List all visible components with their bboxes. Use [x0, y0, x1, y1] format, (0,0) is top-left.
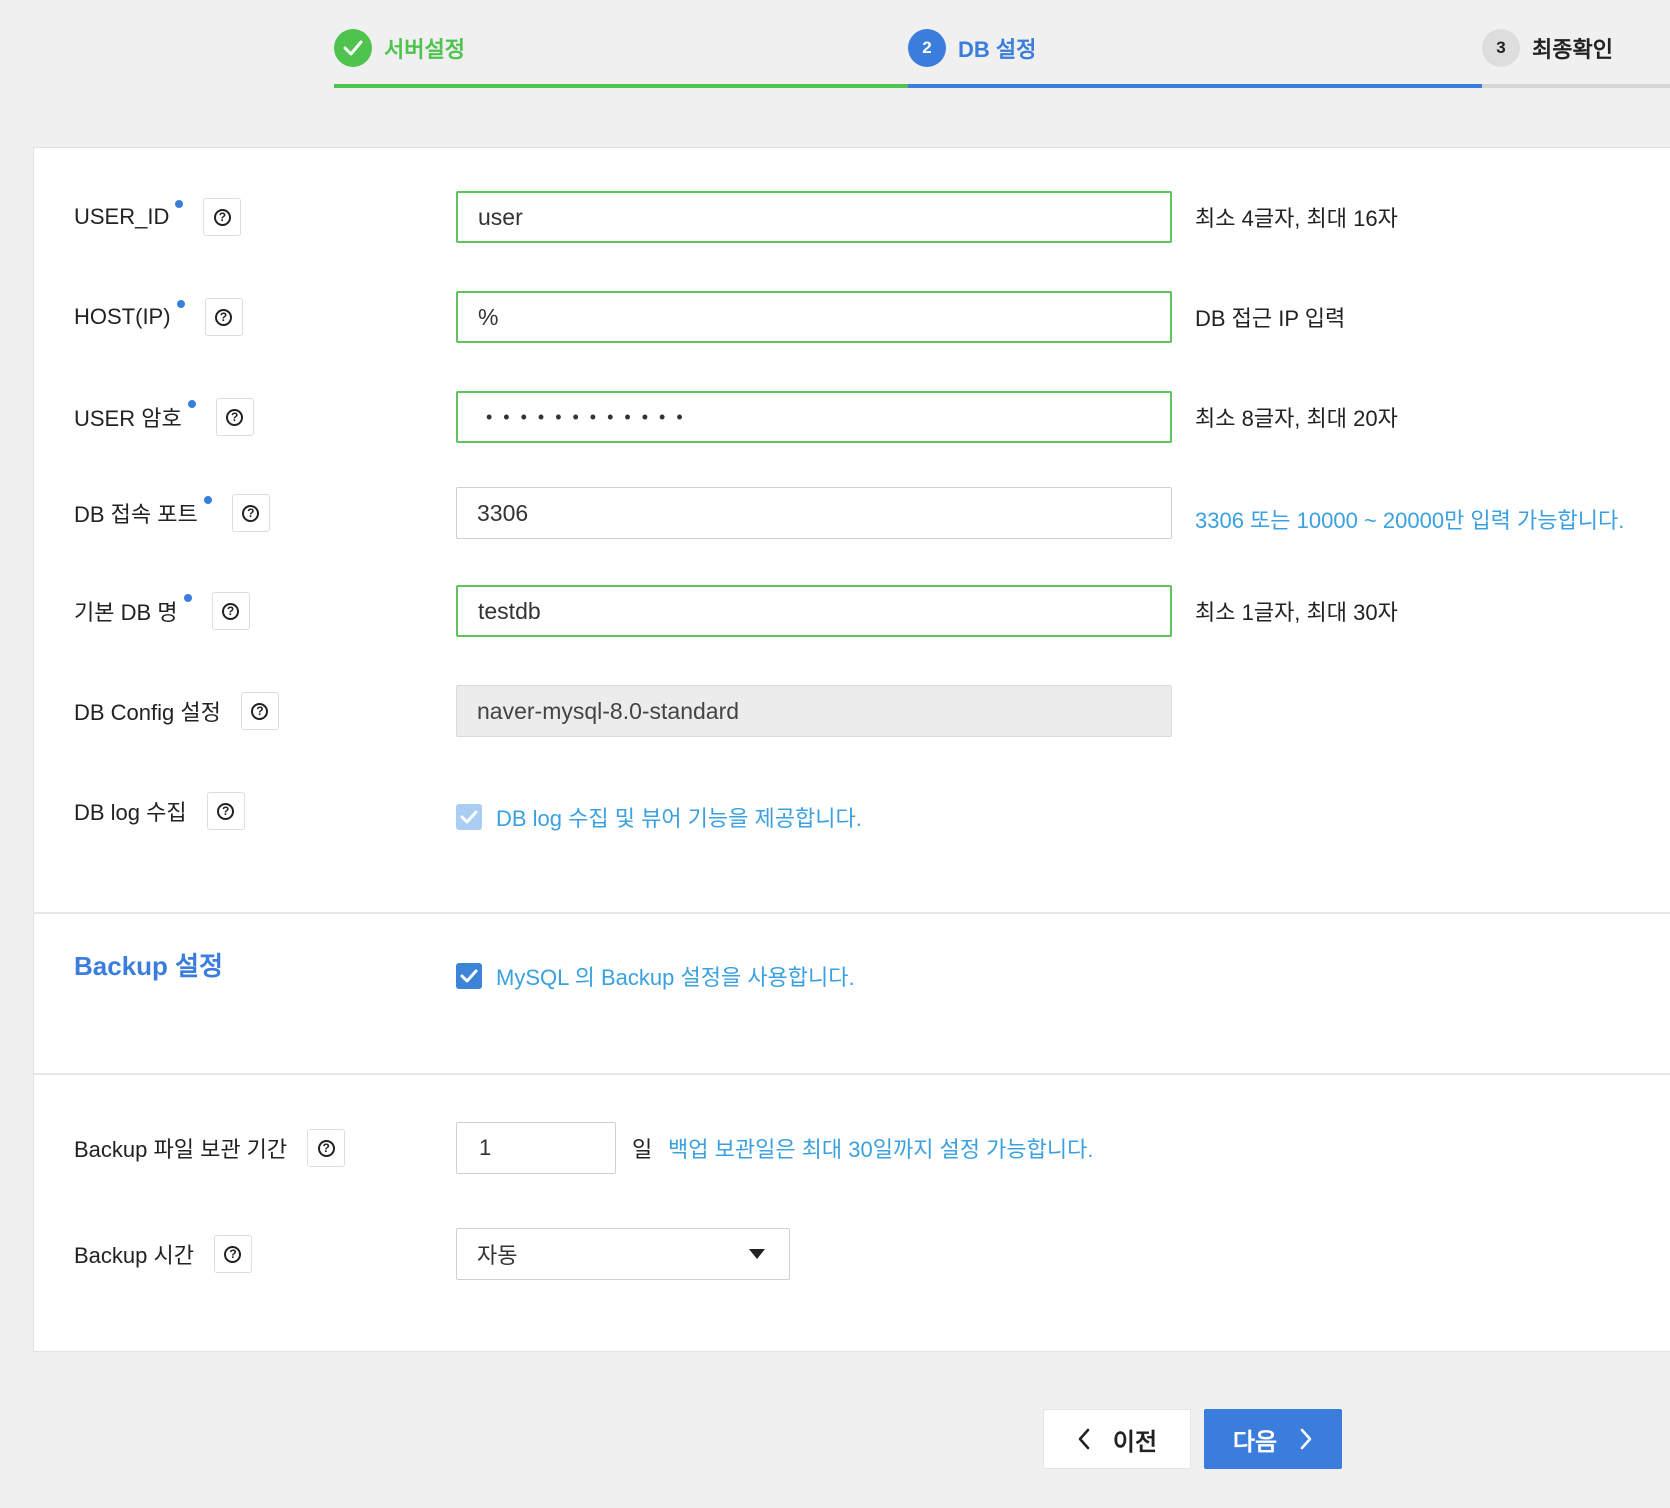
db-name-row: 기본 DB 명 ? testdb 최소 1글자, 최대 30자 [34, 585, 1670, 637]
question-icon: ? [226, 408, 244, 426]
label-text: DB Config 설정 [74, 700, 221, 725]
port-input[interactable]: 3306 [456, 487, 1172, 539]
step-progress-done [334, 84, 908, 88]
user-id-row: USER_ID ? user 최소 4글자, 최대 16자 [34, 191, 1670, 243]
backup-retention-row: Backup 파일 보관 기간 ? 1 일 백업 보관일은 최대 30일까지 설… [34, 1122, 1670, 1174]
step-server-settings[interactable]: 서버설정 [334, 28, 465, 68]
backup-time-label: Backup 시간 ? [74, 1228, 252, 1280]
password-input[interactable]: •••••••••••• [456, 391, 1172, 443]
step-label: 최종확인 [1532, 37, 1613, 62]
label-text: Backup 시간 [74, 1243, 194, 1268]
next-button-label: 다음 [1232, 1428, 1278, 1456]
help-button[interactable]: ? [203, 198, 242, 236]
password-row: USER 암호 ? •••••••••••• 최소 8글자, 최대 20자 [34, 391, 1670, 443]
label-text: HOST(IP) [74, 304, 171, 329]
step-final-confirm[interactable]: 3 최종확인 [1482, 28, 1613, 68]
backup-enable-checkbox[interactable]: MySQL 의 Backup 설정을 사용합니다. [456, 956, 855, 996]
host-hint: DB 접근 IP 입력 [1195, 306, 1346, 331]
help-button[interactable]: ? [307, 1129, 346, 1167]
question-icon: ? [222, 602, 240, 620]
required-dot-icon [183, 594, 192, 602]
backup-retention-label: Backup 파일 보관 기간 ? [74, 1122, 346, 1174]
question-icon: ? [224, 1245, 242, 1263]
db-name-label: 기본 DB 명 ? [74, 585, 250, 637]
chevron-right-icon [1299, 1428, 1313, 1450]
prev-button[interactable]: 이전 [1043, 1409, 1191, 1469]
check-icon [334, 29, 372, 67]
db-config-input: naver-mysql-8.0-standard [456, 685, 1172, 737]
password-label: USER 암호 ? [74, 391, 254, 443]
port-row: DB 접속 포트 ? 3306 3306 또는 10000 ~ 20000만 입… [34, 487, 1670, 539]
password-hint: 최소 8글자, 최대 20자 [1195, 406, 1398, 431]
help-button[interactable]: ? [231, 494, 270, 532]
help-button[interactable]: ? [204, 298, 243, 336]
user-id-input[interactable]: user [456, 191, 1172, 243]
step-number: 3 [1482, 29, 1520, 67]
step-progress-active [908, 84, 1482, 88]
help-button[interactable]: ? [206, 792, 245, 830]
port-label: DB 접속 포트 ? [74, 487, 270, 539]
section-divider [34, 1073, 1670, 1075]
port-hint: 3306 또는 10000 ~ 20000만 입력 가능합니다. [1195, 508, 1625, 533]
select-value: 자동 [477, 1243, 518, 1268]
required-dot-icon [187, 400, 196, 408]
stepper: 서버설정 2 DB 설정 3 최종확인 [0, 0, 1670, 90]
caret-down-icon [749, 1249, 765, 1259]
question-icon: ? [317, 1139, 335, 1157]
section-divider [34, 912, 1670, 914]
checkbox-checked-icon [456, 804, 482, 830]
step-db-settings[interactable]: 2 DB 설정 [908, 28, 1036, 68]
help-button[interactable]: ? [211, 592, 250, 630]
help-button[interactable]: ? [213, 1235, 252, 1273]
retention-hint: 백업 보관일은 최대 30일까지 설정 가능합니다. [668, 1137, 1094, 1162]
checkbox-label: MySQL 의 Backup 설정을 사용합니다. [496, 965, 855, 990]
retention-unit: 일 [632, 1137, 653, 1162]
backup-time-row: Backup 시간 ? 자동 [34, 1228, 1670, 1280]
question-icon: ? [213, 208, 231, 226]
db-log-checkbox[interactable]: DB log 수집 및 뷰어 기능을 제공합니다. [456, 797, 862, 837]
step-label: 서버설정 [384, 37, 465, 62]
db-name-input[interactable]: testdb [456, 585, 1172, 637]
prev-button-label: 이전 [1112, 1428, 1158, 1456]
host-row: HOST(IP) ? % DB 접근 IP 입력 [34, 291, 1670, 343]
required-dot-icon [203, 496, 212, 504]
required-dot-icon [176, 300, 185, 308]
host-label: HOST(IP) ? [74, 291, 243, 343]
question-icon: ? [215, 308, 233, 326]
required-dot-icon [175, 200, 184, 208]
checkbox-label: DB log 수집 및 뷰어 기능을 제공합니다. [496, 806, 862, 831]
db-log-label: DB log 수집 ? [74, 785, 245, 837]
db-log-row: DB log 수집 ? DB log 수집 및 뷰어 기능을 제공합니다. [34, 785, 1670, 837]
step-number: 2 [908, 29, 946, 67]
label-text: Backup 파일 보관 기간 [74, 1137, 288, 1162]
backup-section-title: Backup 설정 [74, 951, 223, 981]
help-button[interactable]: ? [215, 398, 254, 436]
checkbox-checked-icon [456, 963, 482, 989]
help-button[interactable]: ? [240, 692, 279, 730]
label-text: USER_ID [74, 204, 170, 229]
host-input[interactable]: % [456, 291, 1172, 343]
db-settings-panel: USER_ID ? user 최소 4글자, 최대 16자 HOST(IP) ?… [33, 147, 1670, 1352]
question-icon: ? [251, 702, 269, 720]
db-config-label: DB Config 설정 ? [74, 685, 279, 737]
user-id-label: USER_ID ? [74, 191, 242, 243]
label-text: USER 암호 [74, 406, 182, 431]
step-progress-pending [1482, 84, 1670, 88]
chevron-left-icon [1077, 1428, 1091, 1450]
user-id-hint: 최소 4글자, 최대 16자 [1195, 206, 1398, 231]
label-text: 기본 DB 명 [74, 600, 178, 625]
db-name-hint: 최소 1글자, 최대 30자 [1195, 600, 1398, 625]
db-config-row: DB Config 설정 ? naver-mysql-8.0-standard [34, 685, 1670, 737]
step-label: DB 설정 [958, 37, 1037, 62]
question-icon: ? [242, 504, 260, 522]
backup-time-select[interactable]: 자동 [456, 1228, 790, 1280]
label-text: DB 접속 포트 [74, 502, 198, 527]
label-text: DB log 수집 [74, 800, 187, 825]
backup-retention-input[interactable]: 1 [456, 1122, 616, 1174]
question-icon: ? [217, 802, 235, 820]
next-button[interactable]: 다음 [1204, 1409, 1342, 1469]
